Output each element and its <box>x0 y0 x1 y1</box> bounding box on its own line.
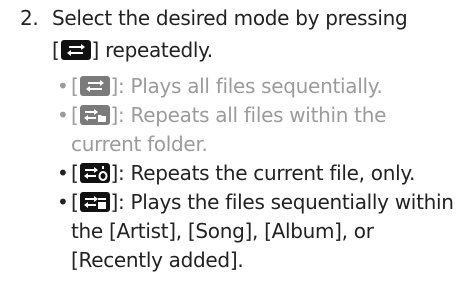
repeat-one-icon <box>79 163 110 183</box>
list-item: • [ ]: Plays all files sequentially. <box>57 72 457 101</box>
repeat-all-icon <box>79 76 110 96</box>
list-item: • [ ]: Repeats the current file, only. <box>57 159 457 188</box>
repeat-all-icon <box>60 40 91 60</box>
list-item: • []: Repeats all files within the curre… <box>57 101 457 159</box>
bracket-open: [ <box>71 161 79 185</box>
step-line-2: ] repeatedly. <box>91 38 214 62</box>
bullet-dot: • <box>57 103 69 127</box>
step-instruction: Select the desired mode by pressing [ ] r… <box>52 2 462 66</box>
step-line-1: Select the desired mode by pressing <box>52 6 408 30</box>
bullet-dot: • <box>57 161 69 185</box>
bullet-text: ]: Repeats all files within the current … <box>71 103 387 156</box>
repeat-category-icon <box>79 192 110 212</box>
bracket-open: [ <box>52 38 60 62</box>
list-item: • []: Plays the files sequentially withi… <box>57 188 457 275</box>
bracket-open: [ <box>71 190 79 214</box>
bullet-dot: • <box>57 74 69 98</box>
bracket-open: [ <box>71 103 79 127</box>
repeat-folder-icon <box>79 105 110 125</box>
bullet-dot: • <box>57 190 69 214</box>
bullet-text: ]: Repeats the current file, only. <box>110 161 416 185</box>
bullet-text: ]: Plays all files sequentially. <box>110 74 383 98</box>
step-number: 2. <box>20 6 39 30</box>
bullet-text: ]: Plays the files sequentially within t… <box>71 190 454 272</box>
mode-list: • [ ]: Plays all files sequentially. • []… <box>57 72 457 275</box>
bracket-open: [ <box>71 74 79 98</box>
